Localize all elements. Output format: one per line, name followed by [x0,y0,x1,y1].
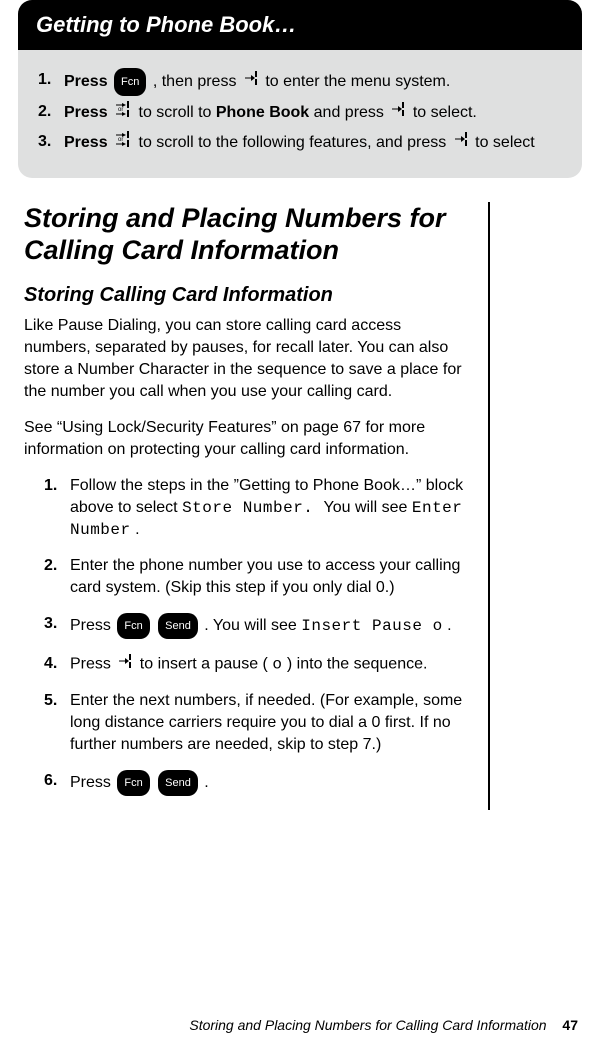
step-number: 6. [44,770,70,796]
footer-text: Storing and Placing Numbers for Calling … [189,1017,546,1033]
step-text: Follow the steps in the ”Getting to Phon… [70,475,464,541]
right-nav-icon [117,653,133,676]
lcd-text: Insert Pause o [301,617,442,635]
fcn-button-icon: Fcn [114,68,146,96]
paragraph-2: See “Using Lock/Security Features” on pa… [24,417,464,461]
svg-text:or: or [118,137,123,143]
text: Press [70,774,115,791]
step-list: 1. Follow the steps in the ”Getting to P… [44,475,464,796]
step-number: 3. [44,613,70,639]
text-column: Storing and Placing Numbers for Calling … [24,202,490,810]
step-number: 1. [44,475,70,541]
text: to insert a pause ( [140,656,268,673]
step-text: Enter the phone number you use to access… [70,555,464,599]
text: , then press [153,73,241,90]
right-nav-icon [453,131,469,155]
right-nav-icon [243,70,259,94]
send-button-icon: Send [158,613,198,639]
step-5: 5. Enter the next numbers, if needed. (F… [44,690,464,756]
instruction-text: Press Fcn , then press to enter the menu… [64,68,450,96]
instruction-3: 3. Press or to scroll to the following f… [38,130,562,156]
instruction-number: 1. [38,68,56,92]
step-2: 2. Enter the phone number you use to acc… [44,555,464,599]
bold-press: Press [64,134,112,151]
page: Getting to Phone Book… 1. Press Fcn , th… [0,0,600,1051]
send-button-icon: Send [158,770,198,796]
text: . [135,521,139,538]
instruction-text: Press or to scroll to Phone Book and pre… [64,100,477,126]
text: to scroll to the following features, and… [139,134,451,151]
text: to select [475,134,535,151]
text: . [447,617,451,634]
step-number: 4. [44,653,70,676]
content-area: Storing and Placing Numbers for Calling … [24,202,576,810]
text: to select. [413,104,477,121]
text: You will see [324,499,412,516]
lcd-text: o [272,656,282,674]
header-bar: Getting to Phone Book… [18,0,582,50]
paragraph-1: Like Pause Dialing, you can store callin… [24,315,464,403]
page-footer: Storing and Placing Numbers for Calling … [189,1017,578,1033]
svg-text:or: or [118,107,123,113]
instruction-box: 1. Press Fcn , then press to enter the m… [18,50,582,178]
step-text: Press Fcn Send . You will see Insert Pau… [70,613,452,639]
text: ) into the sequence. [287,656,428,673]
right-nav-icon [390,101,406,125]
header-title: Getting to Phone Book… [36,12,296,37]
instruction-number: 3. [38,130,56,154]
step-text: Press Fcn Send . [70,770,209,796]
text: and press [314,104,389,121]
bold-phone-book: Phone Book [216,104,309,121]
step-text: Press to insert a pause ( o ) into the s… [70,653,427,676]
instruction-2: 2. Press or to scroll to Phone Book and … [38,100,562,126]
page-number: 47 [562,1017,578,1033]
fcn-button-icon: Fcn [117,613,149,639]
step-number: 5. [44,690,70,756]
fcn-button-icon: Fcn [117,770,149,796]
step-6: 6. Press Fcn Send . [44,770,464,796]
section-subtitle: Storing Calling Card Information [24,284,464,307]
text: . You will see [204,617,301,634]
text: Press [70,656,115,673]
step-4: 4. Press to insert a pause ( o ) into th… [44,653,464,676]
text: . [204,774,208,791]
instruction-text: Press or to scroll to the following feat… [64,130,535,156]
step-3: 3. Press Fcn Send . You will see Insert … [44,613,464,639]
text: to scroll to [139,104,216,121]
section-title: Storing and Placing Numbers for Calling … [24,202,464,266]
step-number: 2. [44,555,70,599]
step-text: Enter the next numbers, if needed. (For … [70,690,464,756]
bold-press: Press [64,73,108,90]
bold-press: Press [64,104,112,121]
text: to enter the menu system. [265,73,450,90]
step-1: 1. Follow the steps in the ”Getting to P… [44,475,464,541]
lcd-text: Store Number. [182,499,323,517]
instruction-1: 1. Press Fcn , then press to enter the m… [38,68,562,96]
instruction-number: 2. [38,100,56,124]
or-scroll-icon: or [114,100,132,126]
text: Press [70,617,115,634]
or-scroll-icon: or [114,130,132,156]
